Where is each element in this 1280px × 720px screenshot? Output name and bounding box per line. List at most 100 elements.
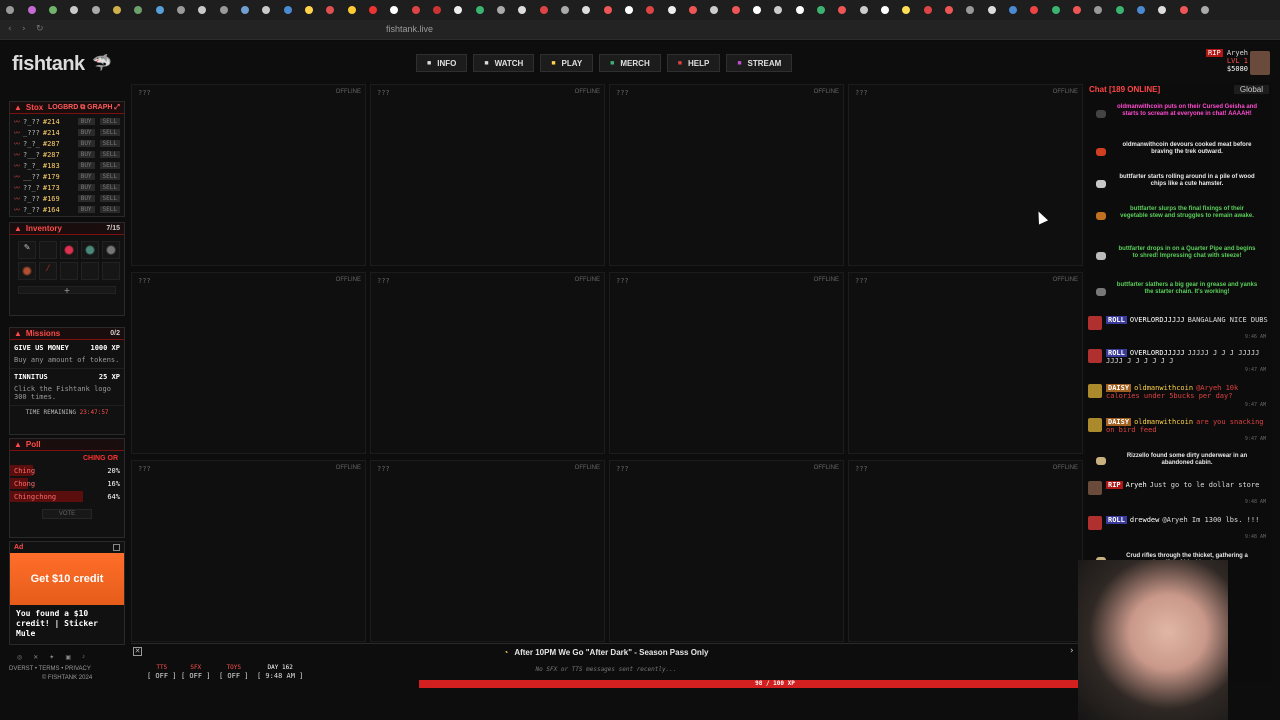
avatar[interactable] — [1088, 481, 1102, 495]
stock-row[interactable]: 〰 ?_?? #169 BUY SELL — [10, 193, 124, 204]
buy-button[interactable]: BUY — [77, 162, 95, 169]
buy-button[interactable]: BUY — [77, 140, 95, 147]
chat-message[interactable]: DAISY oldmanwithcoin are you snacking on b… — [1088, 418, 1268, 442]
browser-tab-icon[interactable] — [1009, 6, 1017, 14]
browser-tab-icon[interactable] — [262, 6, 270, 14]
browser-tab-icon[interactable] — [1094, 6, 1102, 14]
sell-button[interactable]: SELL — [99, 206, 120, 213]
buy-button[interactable]: BUY — [77, 195, 95, 202]
mission-item[interactable]: GIVE US MONEY 1000 XP Buy any amount of to… — [10, 340, 124, 369]
vote-button[interactable]: VOTE — [42, 509, 92, 519]
browser-tab-icon[interactable] — [774, 6, 782, 14]
browser-tab-icon[interactable] — [881, 6, 889, 14]
stock-row[interactable]: 〰 ?__? #287 BUY SELL — [10, 149, 124, 160]
browser-tab-icon[interactable] — [796, 6, 804, 14]
browser-tab-icon[interactable] — [476, 6, 484, 14]
forward-icon[interactable]: › — [22, 24, 32, 34]
url-field[interactable]: fishtank.live — [372, 24, 872, 36]
youtube-icon[interactable]: ▣ — [65, 654, 71, 661]
tiktok-icon[interactable]: ♪ — [82, 654, 85, 661]
buy-button[interactable]: BUY — [77, 173, 95, 180]
camera-tile[interactable]: ??? OFFLINE — [609, 460, 844, 642]
browser-tab-icon[interactable] — [28, 6, 36, 14]
browser-tab-icon[interactable] — [966, 6, 974, 14]
stock-row[interactable]: 〰 _??? #214 BUY SELL — [10, 127, 124, 138]
browser-tab-icon[interactable] — [198, 6, 206, 14]
inventory-slot[interactable] — [60, 262, 78, 280]
avatar[interactable] — [1088, 418, 1102, 432]
browser-tab-icon[interactable] — [1158, 6, 1166, 14]
inventory-slot[interactable] — [81, 241, 99, 259]
buy-button[interactable]: BUY — [77, 184, 95, 191]
camera-tile[interactable]: ??? OFFLINE — [370, 460, 605, 642]
inventory-slot[interactable] — [81, 262, 99, 280]
browser-tab-icon[interactable] — [177, 6, 185, 14]
browser-tab-icon[interactable] — [6, 6, 14, 14]
browser-tab-icon[interactable] — [412, 6, 420, 14]
fish-icon[interactable]: 🦈 — [92, 53, 112, 72]
browser-tab-icon[interactable] — [817, 6, 825, 14]
browser-tab-icon[interactable] — [497, 6, 505, 14]
chat-username[interactable]: Aryeh — [1126, 481, 1147, 489]
browser-tab-icon[interactable] — [348, 6, 356, 14]
camera-tile[interactable]: ??? OFFLINE — [370, 84, 605, 266]
browser-tab-icon[interactable] — [284, 6, 292, 14]
chat-message[interactable]: RIP Aryeh Just go to le dollar store 9:48 A… — [1088, 481, 1268, 505]
browser-tab-icon[interactable] — [710, 6, 718, 14]
browser-tab-icon[interactable] — [220, 6, 228, 14]
browser-tab-icon[interactable] — [1137, 6, 1145, 14]
camera-tile[interactable]: ??? OFFLINE — [609, 84, 844, 266]
browser-tab-icon[interactable] — [732, 6, 740, 14]
avatar[interactable] — [1088, 349, 1102, 363]
chat-username[interactable]: oldmanwithcoin — [1134, 384, 1193, 392]
avatar[interactable] — [1088, 316, 1102, 330]
browser-tab-icon[interactable] — [454, 6, 462, 14]
browser-tab-icon[interactable] — [988, 6, 996, 14]
nav-stream-button[interactable]: ■ STREAM — [726, 54, 793, 72]
footer-links[interactable]: DVERST • TERMS • PRIVACY — [9, 666, 125, 672]
browser-tab-icon[interactable] — [305, 6, 313, 14]
chat-username[interactable]: OVERLORDJJJJJ — [1130, 316, 1185, 324]
browser-tab-icon[interactable] — [902, 6, 910, 14]
sell-button[interactable]: SELL — [99, 140, 120, 147]
inventory-add-button[interactable]: + — [18, 286, 116, 295]
chevron-up-icon[interactable]: ▲ — [14, 103, 22, 112]
nav-play-button[interactable]: ■ PLAY — [540, 54, 594, 72]
ad-image[interactable]: Get $10 credit — [10, 553, 124, 605]
inventory-slot[interactable]: ✎ — [18, 241, 36, 259]
chat-message[interactable]: DAISY oldmanwithcoin @Aryeh 10k calories u… — [1088, 384, 1268, 408]
buy-button[interactable]: BUY — [77, 118, 95, 125]
browser-tab-icon[interactable] — [134, 6, 142, 14]
browser-tab-icon[interactable] — [924, 6, 932, 14]
browser-tab-icon[interactable] — [49, 6, 57, 14]
avatar[interactable] — [1088, 384, 1102, 398]
back-icon[interactable]: ‹ — [8, 24, 18, 34]
browser-tab-icon[interactable] — [70, 6, 78, 14]
buy-button[interactable]: BUY — [77, 151, 95, 158]
camera-tile[interactable]: ??? OFFLINE — [131, 460, 366, 642]
inventory-slot[interactable] — [39, 241, 57, 259]
sell-button[interactable]: SELL — [99, 151, 120, 158]
fish-icon[interactable]: ✦ — [49, 654, 54, 661]
nav-info-button[interactable]: ■ INFO — [416, 54, 468, 72]
browser-tab-icon[interactable] — [241, 6, 249, 14]
buy-button[interactable]: BUY — [77, 206, 95, 213]
browser-tab-icon[interactable] — [625, 6, 633, 14]
sell-button[interactable]: SELL — [99, 184, 120, 191]
browser-tab-icon[interactable] — [433, 6, 441, 14]
browser-address-bar[interactable]: ‹ › ↻ fishtank.live — [0, 20, 1280, 40]
stock-row[interactable]: 〰 __?? #179 BUY SELL — [10, 171, 124, 182]
browser-tab-icon[interactable] — [518, 6, 526, 14]
chevron-up-icon[interactable]: ▲ — [14, 224, 22, 233]
sell-button[interactable]: SELL — [99, 118, 120, 125]
twitter-icon[interactable]: ✕ — [33, 654, 38, 661]
browser-tab-icon[interactable] — [604, 6, 612, 14]
browser-tab-icon[interactable] — [945, 6, 953, 14]
browser-tab-icon[interactable] — [1116, 6, 1124, 14]
inventory-slot[interactable] — [60, 241, 78, 259]
camera-tile[interactable]: ??? OFFLINE — [609, 272, 844, 454]
stock-row[interactable]: 〰 ?_?_ #287 BUY SELL — [10, 138, 124, 149]
browser-tab-icon[interactable] — [113, 6, 121, 14]
sell-button[interactable]: SELL — [99, 162, 120, 169]
reload-icon[interactable]: ↻ — [36, 24, 46, 34]
